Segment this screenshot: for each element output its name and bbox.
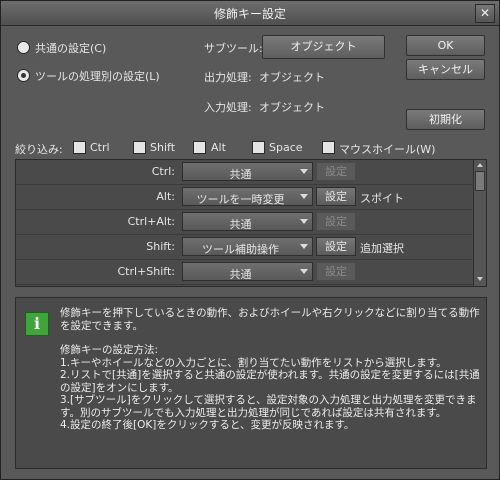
action-dropdown-value: ツールを一時変更 [196, 193, 285, 206]
chevron-down-icon [300, 269, 308, 274]
action-dropdown[interactable]: ツール補助操作 [182, 237, 313, 256]
chevron-down-icon [300, 244, 308, 249]
action-dropdown[interactable]: 共通 [182, 162, 313, 181]
list-row[interactable]: Ctrl+Shift: 共通 設定 [16, 260, 472, 285]
list-row[interactable]: Ctrl+Alt: 共通 設定 [16, 210, 472, 235]
info-line: 2.リストで[共通]を選択すると共通の設定が使われます。共通の設定を変更するには… [60, 369, 480, 394]
set-button[interactable]: 設定 [316, 212, 356, 231]
row-key-label: Ctrl: [151, 165, 175, 178]
action-dropdown-value: 共通 [229, 218, 252, 231]
set-button[interactable]: 設定 [316, 162, 356, 181]
info-line: 4.設定の終了後[OK]をクリックすると、変更が反映されます。 [60, 419, 355, 431]
row-tool-name: 追加選択 [360, 242, 404, 255]
input-process-label: 入力処理: [204, 101, 252, 114]
filter-alt-checkbox[interactable] [193, 141, 206, 154]
filter-mousewheel-checkbox[interactable] [322, 141, 335, 154]
radio-selected-dot [21, 73, 26, 78]
subtool-button[interactable]: オブジェクト [262, 35, 385, 59]
info-line: 3.[サブツール]をクリックして選択すると、設定対象の入力処理と出力処理を変更で… [60, 394, 477, 419]
filter-ctrl-label[interactable]: Ctrl [90, 141, 110, 154]
row-tool-name: スポイト [360, 192, 404, 205]
action-dropdown[interactable]: 共通 [182, 262, 313, 281]
list-row[interactable]: Alt: ツールを一時変更 設定 スポイト [16, 185, 472, 210]
scroll-thumb[interactable] [475, 171, 485, 191]
info-text: 修飾キーを押下しているときの動作、およびホイールや右クリックなどに割り当てる動作… [60, 307, 480, 432]
title-bar[interactable]: 修飾キー設定 ✕ [1, 1, 499, 26]
row-key-label: Ctrl+Alt: [127, 215, 175, 228]
radio-common-label[interactable]: 共通の設定(C) [35, 40, 106, 56]
list-scrollbar[interactable] [473, 160, 486, 286]
scroll-down-icon[interactable] [477, 277, 483, 281]
info-line: 修飾キーを押下しているときの動作、およびホイールや右クリックなどに割り当てる動作… [60, 307, 480, 332]
filter-ctrl-checkbox[interactable] [73, 141, 86, 154]
modifier-key-list[interactable]: Ctrl: 共通 設定 Alt: ツールを一時変更 設定 スポイト Ctrl+A… [15, 159, 487, 287]
output-process-label: 出力処理: [204, 71, 252, 84]
set-button[interactable]: 設定 [316, 262, 356, 281]
action-dropdown-value: ツール補助操作 [202, 243, 279, 256]
cancel-button[interactable]: キャンセル [406, 59, 485, 80]
radio-per-tool-label[interactable]: ツールの処理別の設定(L) [35, 68, 160, 84]
chevron-down-icon [300, 194, 308, 199]
filter-label: 絞り込み: [15, 143, 63, 156]
output-process-value: オブジェクト [259, 71, 325, 84]
list-row[interactable]: Ctrl: 共通 設定 [16, 160, 472, 185]
info-icon: i [25, 312, 49, 336]
filter-mousewheel-label[interactable]: マウスホイール(W) [339, 141, 435, 157]
list-row[interactable]: Shift: ツール補助操作 設定 追加選択 [16, 235, 472, 260]
dialog-title: 修飾キー設定 [213, 7, 286, 21]
close-icon: ✕ [479, 6, 491, 20]
filter-space-label[interactable]: Space [269, 141, 303, 154]
row-key-label: Alt: [156, 190, 175, 203]
action-dropdown[interactable]: ツールを一時変更 [182, 187, 313, 206]
action-dropdown-value: 共通 [229, 268, 252, 281]
filter-space-checkbox[interactable] [252, 141, 265, 154]
dialog-window: 修飾キー設定 ✕ 共通の設定(C) ツールの処理別の設定(L) サブツール: オ… [0, 0, 500, 480]
reset-button[interactable]: 初期化 [406, 109, 485, 130]
row-key-label: Shift: [146, 240, 175, 253]
set-button[interactable]: 設定 [316, 237, 356, 256]
radio-per-tool-setting[interactable] [17, 69, 30, 82]
info-panel: i 修飾キーを押下しているときの動作、およびホイールや右クリックなどに割り当てる… [15, 297, 487, 469]
info-line: 修飾キーの設定方法: [60, 344, 159, 356]
filter-shift-label[interactable]: Shift [150, 141, 175, 154]
set-button[interactable]: 設定 [316, 187, 356, 206]
ok-button[interactable]: OK [406, 35, 485, 56]
radio-common-setting[interactable] [17, 41, 30, 54]
info-line: 1.キーやホイールなどの入力ごとに、割り当てたい動作をリストから選択します。 [60, 356, 447, 369]
subtool-label: サブツール: [204, 42, 263, 55]
scroll-up-icon[interactable] [477, 163, 483, 167]
chevron-down-icon [300, 169, 308, 174]
close-button[interactable]: ✕ [475, 4, 495, 23]
chevron-down-icon [300, 219, 308, 224]
filter-alt-label[interactable]: Alt [211, 141, 226, 154]
filter-shift-checkbox[interactable] [133, 141, 146, 154]
input-process-value: オブジェクト [259, 101, 325, 114]
action-dropdown-value: 共通 [229, 168, 252, 181]
action-dropdown[interactable]: 共通 [182, 212, 313, 231]
row-key-label: Ctrl+Shift: [117, 265, 176, 278]
